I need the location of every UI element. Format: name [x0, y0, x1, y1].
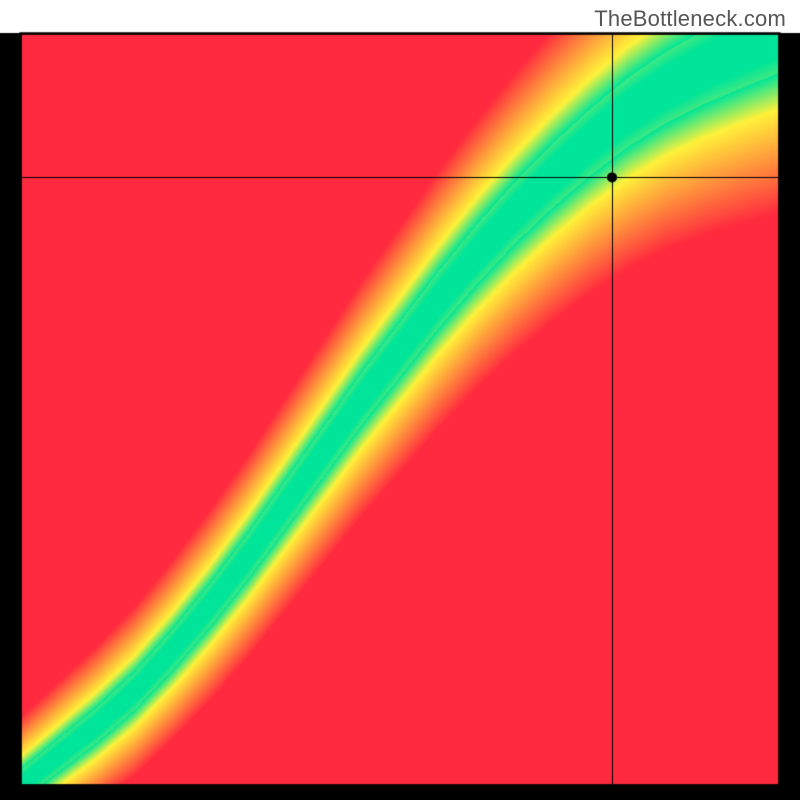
- watermark-text: TheBottleneck.com: [594, 6, 786, 32]
- bottleneck-heatmap: [0, 0, 800, 800]
